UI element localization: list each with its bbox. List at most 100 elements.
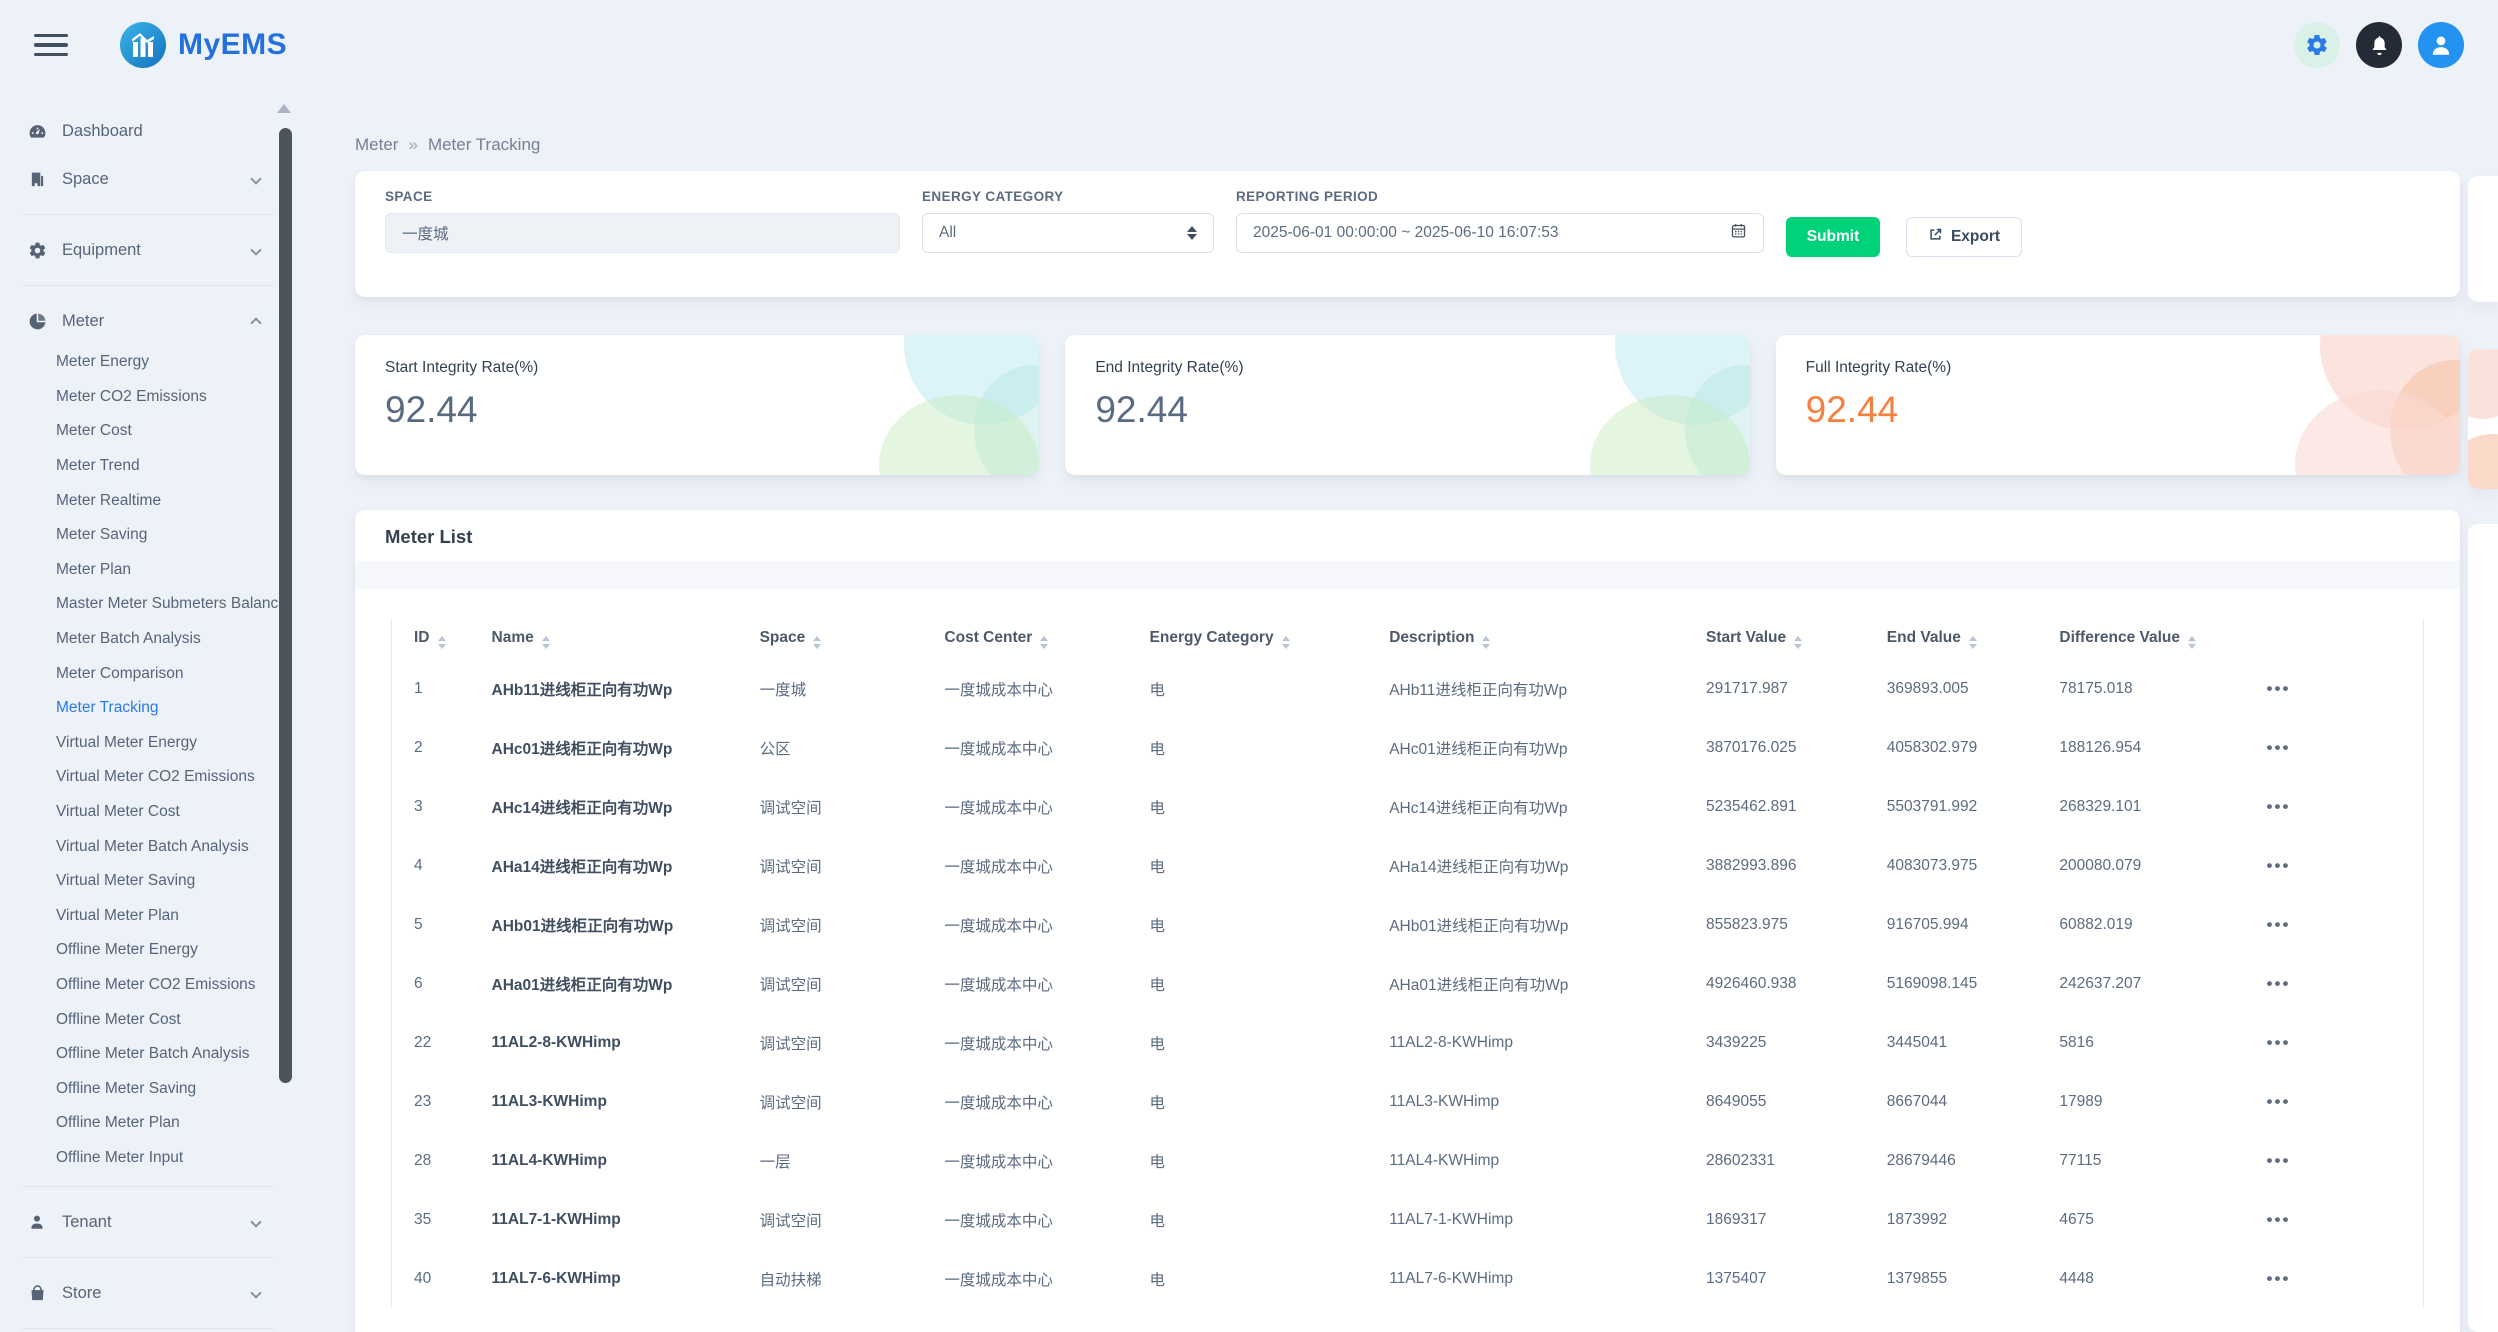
gear-icon[interactable] <box>2294 22 2340 68</box>
column-header-end-value[interactable]: End Value <box>1887 619 2060 659</box>
header-actions <box>2294 22 2464 68</box>
sidebar-subitem[interactable]: Meter Trend <box>0 449 300 484</box>
sidebar-subitem[interactable]: Offline Meter Input <box>0 1141 300 1176</box>
row-actions-button[interactable]: ••• <box>2267 974 2291 994</box>
sidebar-item-space[interactable]: Space <box>0 155 300 203</box>
sidebar-subitem[interactable]: Meter CO2 Emissions <box>0 380 300 415</box>
column-header-start-value[interactable]: Start Value <box>1706 619 1887 659</box>
sidebar-subitem[interactable]: Virtual Meter Energy <box>0 726 300 761</box>
sidebar-subitem[interactable]: Virtual Meter Cost <box>0 795 300 830</box>
space-input[interactable]: 一度城 <box>385 213 900 253</box>
cell-name: AHa01进线柜正向有功Wp <box>492 954 760 1013</box>
cell-name: AHc01进线柜正向有功Wp <box>492 718 760 777</box>
sidebar-item-meter[interactable]: Meter <box>0 297 300 345</box>
sort-icon[interactable] <box>2188 636 2196 649</box>
sort-icon[interactable] <box>813 636 821 649</box>
table-row: 4 AHa14进线柜正向有功Wp 调试空间 一度城成本中心 电 AHa14进线柜… <box>392 836 2423 895</box>
sidebar-divider <box>22 285 274 286</box>
column-header-difference-value[interactable]: Difference Value <box>2059 619 2266 659</box>
row-actions-button[interactable]: ••• <box>2267 856 2291 876</box>
reporting-period-input[interactable]: 2025-06-01 00:00:00 ~ 2025-06-10 16:07:5… <box>1236 213 1764 253</box>
column-header-space[interactable]: Space <box>760 619 945 659</box>
table-row: 2 AHc01进线柜正向有功Wp 公区 一度城成本中心 电 AHc01进线柜正向… <box>392 718 2423 777</box>
sort-icon[interactable] <box>1282 636 1290 649</box>
row-actions-button[interactable]: ••• <box>2267 1151 2291 1171</box>
end-integrity-card: End Integrity Rate(%) 92.44 <box>1065 335 1749 475</box>
sidebar-subitem[interactable]: Offline Meter Cost <box>0 1002 300 1037</box>
sidebar-subitem[interactable]: Virtual Meter Plan <box>0 899 300 934</box>
row-actions-button[interactable]: ••• <box>2267 1092 2291 1112</box>
sidebar-subitem[interactable]: Offline Meter Plan <box>0 1106 300 1141</box>
cell-description: AHb01进线柜正向有功Wp <box>1389 895 1706 954</box>
bell-icon[interactable] <box>2356 22 2402 68</box>
cell-cost-center: 一度城成本中心 <box>944 895 1149 954</box>
sidebar-subitem[interactable]: Meter Energy <box>0 345 300 380</box>
sort-icon[interactable] <box>1794 636 1802 649</box>
sort-icon[interactable] <box>1969 636 1977 649</box>
sidebar-item-store[interactable]: Store <box>0 1269 300 1317</box>
logo-icon <box>120 22 166 68</box>
sidebar-subitem[interactable]: Offline Meter Saving <box>0 1071 300 1106</box>
sidebar-item-equipment[interactable]: Equipment <box>0 226 300 274</box>
cell-name: 11AL4-KWHimp <box>492 1131 760 1190</box>
cell-end-value: 28679446 <box>1887 1131 2060 1190</box>
row-actions-button[interactable]: ••• <box>2267 1210 2291 1230</box>
sort-icon[interactable] <box>542 636 550 649</box>
cell-description: AHc01进线柜正向有功Wp <box>1389 718 1706 777</box>
row-actions-button[interactable]: ••• <box>2267 1269 2291 1289</box>
sidebar-item-dashboard[interactable]: Dashboard <box>0 107 300 155</box>
cell-start-value: 5235462.891 <box>1706 777 1887 836</box>
sort-icon[interactable] <box>1040 636 1048 649</box>
table-row: 28 11AL4-KWHimp 一层 一度城成本中心 电 11AL4-KWHim… <box>392 1131 2423 1190</box>
sidebar-subitem[interactable]: Virtual Meter CO2 Emissions <box>0 760 300 795</box>
sidebar-subitem[interactable]: Offline Meter Batch Analysis <box>0 1037 300 1072</box>
row-actions-button[interactable]: ••• <box>2267 797 2291 817</box>
cell-space: 自动扶梯 <box>760 1249 945 1308</box>
sidebar-item-tenant[interactable]: Tenant <box>0 1198 300 1246</box>
row-actions-button[interactable]: ••• <box>2267 915 2291 935</box>
chevron-down-icon <box>250 173 261 184</box>
sidebar-scrollbar[interactable] <box>279 128 292 1083</box>
column-header-cost-center[interactable]: Cost Center <box>944 619 1149 659</box>
cell-end-value: 1379855 <box>1887 1249 2060 1308</box>
table-row: 40 11AL7-6-KWHimp 自动扶梯 一度城成本中心 电 11AL7-6… <box>392 1249 2423 1308</box>
cell-id: 1 <box>392 659 492 718</box>
sidebar-subitem[interactable]: Master Meter Submeters Balance <box>0 587 300 622</box>
scroll-up-icon[interactable] <box>277 104 291 113</box>
sidebar-item-meter-tracking[interactable]: Meter Tracking <box>0 691 300 726</box>
stat-label: Start Integrity Rate(%) <box>385 359 1009 377</box>
sidebar-subitem[interactable]: Meter Comparison <box>0 656 300 691</box>
user-icon[interactable] <box>2418 22 2464 68</box>
row-actions-button[interactable]: ••• <box>2267 1033 2291 1053</box>
sidebar-subitem[interactable]: Meter Realtime <box>0 483 300 518</box>
column-header-energy-category[interactable]: Energy Category <box>1150 619 1390 659</box>
sidebar-subitem[interactable]: Offline Meter CO2 Emissions <box>0 968 300 1003</box>
row-actions-button[interactable]: ••• <box>2267 738 2291 758</box>
sidebar-subitem[interactable]: Virtual Meter Batch Analysis <box>0 829 300 864</box>
sort-icon[interactable] <box>438 636 446 649</box>
hamburger-icon[interactable] <box>34 28 68 63</box>
energy-category-filter: ENERGY CATEGORY All <box>922 189 1214 253</box>
row-actions-button[interactable]: ••• <box>2267 679 2291 699</box>
energy-category-select[interactable]: All <box>922 213 1214 253</box>
export-button[interactable]: Export <box>1906 217 2022 257</box>
sidebar-subitem[interactable]: Meter Plan <box>0 553 300 588</box>
sidebar-subitem[interactable]: Offline Meter Energy <box>0 933 300 968</box>
cell-id: 22 <box>392 1013 492 1072</box>
sort-icon[interactable] <box>1482 636 1490 649</box>
cell-start-value: 3870176.025 <box>1706 718 1887 777</box>
sidebar-subitem[interactable]: Meter Saving <box>0 518 300 553</box>
myems-logo[interactable]: MyEMS <box>120 22 287 68</box>
sidebar-subitem[interactable]: Meter Cost <box>0 414 300 449</box>
sidebar-subitem[interactable]: Meter Batch Analysis <box>0 622 300 657</box>
cell-id: 4 <box>392 836 492 895</box>
column-header-name[interactable]: Name <box>492 619 760 659</box>
cell-cost-center: 一度城成本中心 <box>944 659 1149 718</box>
sidebar-subitem[interactable]: Virtual Meter Saving <box>0 864 300 899</box>
breadcrumb-meter[interactable]: Meter <box>355 135 398 154</box>
column-header-id[interactable]: ID <box>392 619 492 659</box>
sidebar-nav: Dashboard Space Equipment Meter Mete <box>0 90 300 1332</box>
breadcrumb: Meter»Meter Tracking <box>355 135 2460 155</box>
column-header-description[interactable]: Description <box>1389 619 1706 659</box>
submit-button[interactable]: Submit <box>1786 217 1880 257</box>
